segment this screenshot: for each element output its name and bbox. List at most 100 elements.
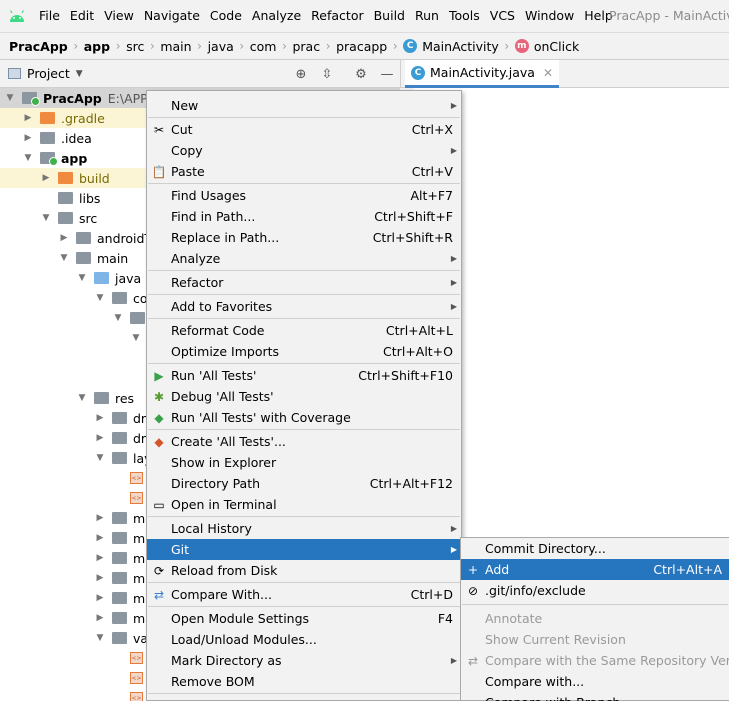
menu-item-mark-directory-as[interactable]: Mark Directory as ▶ — [147, 650, 461, 671]
expanded-arrow-icon[interactable]: ▼ — [112, 313, 124, 323]
menu-vcs[interactable]: VCS — [485, 0, 520, 32]
menu-build[interactable]: Build — [369, 0, 410, 32]
menu-item-compare-with[interactable]: ⇄ Compare With... Ctrl+D — [147, 584, 461, 605]
menu-item-remove-bom[interactable]: Remove BOM — [147, 671, 461, 692]
menu-item-run-all-tests-with-coverage[interactable]: ◆ Run 'All Tests' with Coverage — [147, 407, 461, 428]
breadcrumb-item[interactable]: C MainActivity — [403, 39, 499, 54]
git-item-compare-with-branch[interactable]: Compare with Branch... — [461, 692, 729, 701]
menu-item-local-history[interactable]: Local History ▶ — [147, 518, 461, 539]
breadcrumb-item[interactable]: com — [250, 39, 277, 54]
expanded-arrow-icon[interactable]: ▼ — [76, 273, 88, 283]
menu-item-new[interactable]: New ▶ — [147, 95, 461, 116]
menu-navigate[interactable]: Navigate — [139, 0, 205, 32]
collapsed-arrow-icon[interactable]: ▶ — [22, 113, 34, 123]
menu-item-cut[interactable]: ✂ Cut Ctrl+X — [147, 119, 461, 140]
expanded-arrow-icon[interactable]: ▼ — [40, 213, 52, 223]
tab-mainactivity[interactable]: C MainActivity.java ✕ — [405, 60, 560, 88]
menu-item-git[interactable]: Git ▶ — [147, 539, 461, 560]
folder-icon — [94, 272, 109, 284]
menu-item-item[interactable]: ● — [147, 695, 461, 701]
menu-item-reload-from-disk[interactable]: ⟳ Reload from Disk — [147, 560, 461, 581]
menu-item-label: Run 'All Tests' with Coverage — [171, 410, 351, 425]
tree-item-label: .idea — [61, 130, 92, 146]
collapsed-arrow-icon[interactable]: ▶ — [94, 413, 106, 423]
expanded-arrow-icon[interactable]: ▼ — [58, 253, 70, 263]
breadcrumb-item[interactable]: m onClick — [514, 39, 579, 54]
breadcrumb-item[interactable]: src — [126, 39, 144, 54]
menu-item-open-module-settings[interactable]: Open Module Settings F4 — [147, 608, 461, 629]
hide-panel-icon[interactable]: — — [378, 65, 396, 83]
collapse-all-icon[interactable]: ⇳ — [318, 65, 336, 83]
collapsed-arrow-icon[interactable]: ▶ — [58, 233, 70, 243]
menu-item-find-in-path[interactable]: Find in Path... Ctrl+Shift+F — [147, 206, 461, 227]
run-all-tests-icon: ▶ — [154, 368, 164, 383]
expanded-arrow-icon[interactable]: ▼ — [94, 293, 106, 303]
menu-item-reformat-code[interactable]: Reformat Code Ctrl+Alt+L — [147, 320, 461, 341]
git-item-add[interactable]: + Add Ctrl+Alt+A — [461, 559, 729, 580]
close-icon[interactable]: ✕ — [543, 66, 553, 80]
collapsed-arrow-icon[interactable]: ▶ — [94, 433, 106, 443]
menu-window[interactable]: Window — [520, 0, 579, 32]
menu-item-create-all-tests[interactable]: ◆ Create 'All Tests'... — [147, 431, 461, 452]
menu-item-analyze[interactable]: Analyze ▶ — [147, 248, 461, 269]
folder-icon — [76, 252, 91, 264]
menu-file[interactable]: File — [34, 0, 65, 32]
project-view-selector[interactable]: Project ▼ — [0, 66, 83, 81]
expanded-arrow-icon[interactable]: ▼ — [130, 333, 142, 343]
git-item-compare-with[interactable]: Compare with... — [461, 671, 729, 692]
folder-icon — [58, 172, 73, 184]
menu-item-refactor[interactable]: Refactor ▶ — [147, 272, 461, 293]
expanded-arrow-icon[interactable]: ▼ — [94, 633, 106, 643]
collapsed-arrow-icon[interactable]: ▶ — [94, 533, 106, 543]
collapsed-arrow-icon[interactable]: ▶ — [94, 513, 106, 523]
menu-item-open-in-terminal[interactable]: ▭ Open in Terminal — [147, 494, 461, 515]
menu-item-show-in-explorer[interactable]: Show in Explorer — [147, 452, 461, 473]
breadcrumb-item[interactable]: PracApp — [9, 39, 68, 54]
menu-item-debug-all-tests[interactable]: ✱ Debug 'All Tests' — [147, 386, 461, 407]
collapsed-arrow-icon[interactable]: ▶ — [22, 133, 34, 143]
menu-edit[interactable]: Edit — [65, 0, 99, 32]
menu-item-optimize-imports[interactable]: Optimize Imports Ctrl+Alt+O — [147, 341, 461, 362]
expanded-arrow-icon[interactable]: ▼ — [76, 393, 88, 403]
window-title: PracApp - MainActivity — [609, 8, 729, 23]
menu-run[interactable]: Run — [410, 0, 444, 32]
shortcut-label: Ctrl+Alt+L — [385, 323, 453, 338]
collapsed-arrow-icon[interactable]: ▶ — [94, 613, 106, 623]
menu-item-replace-in-path[interactable]: Replace in Path... Ctrl+Shift+R — [147, 227, 461, 248]
expanded-arrow-icon[interactable]: ▼ — [94, 453, 106, 463]
menu-item-directory-path[interactable]: Directory Path Ctrl+Alt+F12 — [147, 473, 461, 494]
menu-analyze[interactable]: Analyze — [247, 0, 306, 32]
collapsed-arrow-icon[interactable]: ▶ — [40, 173, 52, 183]
breadcrumb-item[interactable]: pracapp — [336, 39, 387, 54]
menu-item-run-all-tests[interactable]: ▶ Run 'All Tests' Ctrl+Shift+F10 — [147, 365, 461, 386]
expanded-arrow-icon[interactable]: ▼ — [4, 93, 16, 103]
collapsed-arrow-icon[interactable]: ▶ — [94, 593, 106, 603]
breadcrumb-item[interactable]: app — [84, 39, 110, 54]
menu-item-label: Optimize Imports — [171, 344, 280, 359]
menu-refactor[interactable]: Refactor — [306, 0, 368, 32]
git-item-git-info-exclude[interactable]: ⊘ .git/info/exclude — [461, 580, 729, 601]
expanded-arrow-icon[interactable]: ▼ — [22, 153, 34, 163]
gear-icon[interactable]: ⚙ — [352, 65, 370, 83]
menu-tools[interactable]: Tools — [444, 0, 485, 32]
menu-item-load-unload-modules[interactable]: Load/Unload Modules... — [147, 629, 461, 650]
collapsed-arrow-icon[interactable]: ▶ — [94, 573, 106, 583]
menu-code[interactable]: Code — [205, 0, 247, 32]
menu-item-label: Compare with... — [485, 674, 585, 689]
menu-item-label: Annotate — [485, 611, 543, 626]
menu-item-copy[interactable]: Copy ▶ — [147, 140, 461, 161]
tab-label: MainActivity.java — [430, 65, 535, 80]
breadcrumb-item[interactable]: main — [160, 39, 191, 54]
menu-item-add-to-favorites[interactable]: Add to Favorites ▶ — [147, 296, 461, 317]
locate-target-icon[interactable]: ⊕ — [292, 65, 310, 83]
create-all-tests-icon: ◆ — [154, 434, 164, 449]
menu-item-label: .git/info/exclude — [485, 583, 586, 598]
breadcrumb-label: pracapp — [336, 38, 388, 54]
breadcrumb-item[interactable]: prac — [292, 39, 320, 54]
breadcrumb-item[interactable]: java — [208, 39, 234, 54]
menu-item-paste[interactable]: 📋 Paste Ctrl+V — [147, 161, 461, 182]
menu-item-find-usages[interactable]: Find Usages Alt+F7 — [147, 185, 461, 206]
git-item-commit-directory[interactable]: Commit Directory... — [461, 538, 729, 559]
collapsed-arrow-icon[interactable]: ▶ — [94, 553, 106, 563]
menu-view[interactable]: View — [99, 0, 139, 32]
